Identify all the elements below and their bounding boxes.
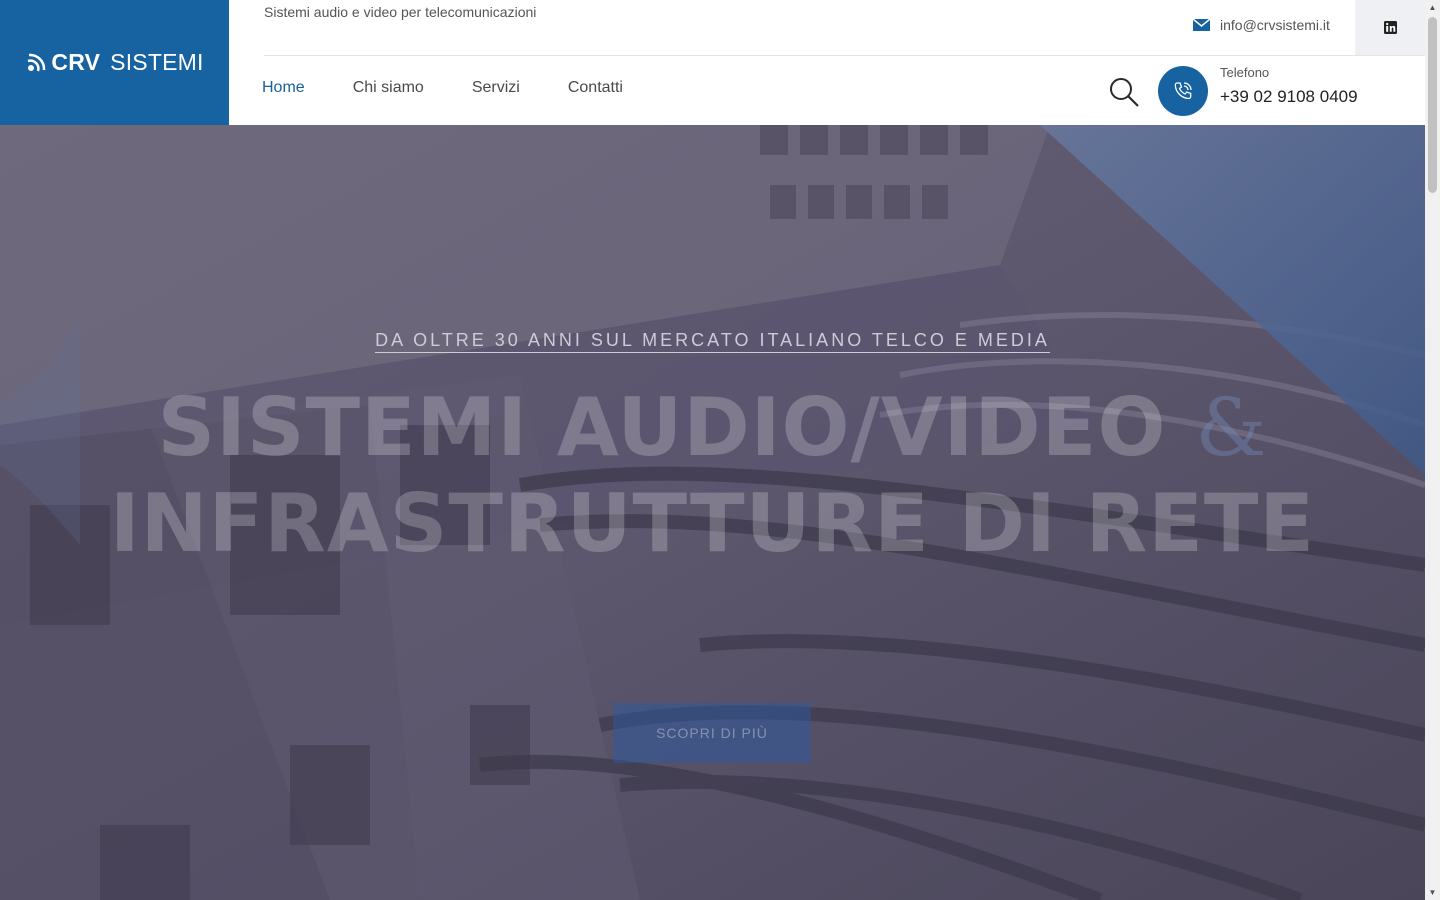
hero-subtitle: Da oltre 30 anni sul mercato italiano Te… — [0, 330, 1425, 353]
nav-item-home[interactable]: Home — [262, 79, 305, 97]
email-address[interactable]: info@crvsistemi.it — [1220, 17, 1330, 33]
logo-text: SISTEMI — [110, 49, 204, 75]
main-nav: Home Chi siamo Servizi Contatti — [262, 79, 671, 97]
nav-item-contatti[interactable]: Contatti — [568, 79, 623, 97]
scroll-down-arrow-icon[interactable]: ▼ — [1425, 885, 1440, 900]
nav-item-servizi[interactable]: Servizi — [472, 79, 520, 97]
phone-label: Telefono — [1220, 65, 1270, 80]
hero-title-line2: infrastrutture di rete — [109, 477, 1316, 570]
header-divider — [264, 55, 1425, 56]
search-icon[interactable] — [1108, 76, 1140, 108]
phone-button[interactable] — [1158, 66, 1208, 116]
scroll-up-arrow-icon[interactable]: ▲ — [1425, 0, 1440, 15]
scroll-thumb[interactable] — [1428, 17, 1437, 193]
email-link[interactable]: info@crvsistemi.it — [1193, 17, 1330, 33]
page-scrollbar[interactable]: ▲ ▼ — [1425, 0, 1440, 900]
logo-text-bold: CRV — [51, 49, 101, 75]
hero-title-line1: Sistemi audio/video — [157, 381, 1167, 474]
hero-title: Sistemi audio/video & infrastrutture di … — [0, 380, 1425, 572]
phone-number[interactable]: +39 02 9108 0409 — [1220, 87, 1358, 107]
hero-section: Da oltre 30 anni sul mercato italiano Te… — [0, 125, 1425, 900]
linkedin-icon — [1383, 21, 1397, 34]
logo-box[interactable]: CRV SISTEMI — [0, 0, 229, 125]
phone-icon — [1174, 82, 1192, 100]
signal-waves-icon — [28, 53, 46, 71]
tagline: Sistemi audio e video per telecomunicazi… — [264, 4, 537, 20]
linkedin-button[interactable] — [1355, 0, 1425, 55]
site-logo[interactable]: CRV SISTEMI — [25, 49, 203, 76]
discover-more-button[interactable]: Scopri di più — [613, 703, 811, 763]
envelope-icon — [1193, 19, 1210, 31]
hero-subtitle-text: Da oltre 30 anni sul mercato italiano Te… — [375, 330, 1050, 353]
hero-title-ampersand: & — [1195, 381, 1268, 474]
site-header: CRV SISTEMI Sistemi audio e video per te… — [0, 0, 1425, 125]
nav-item-chi-siamo[interactable]: Chi siamo — [353, 79, 424, 97]
